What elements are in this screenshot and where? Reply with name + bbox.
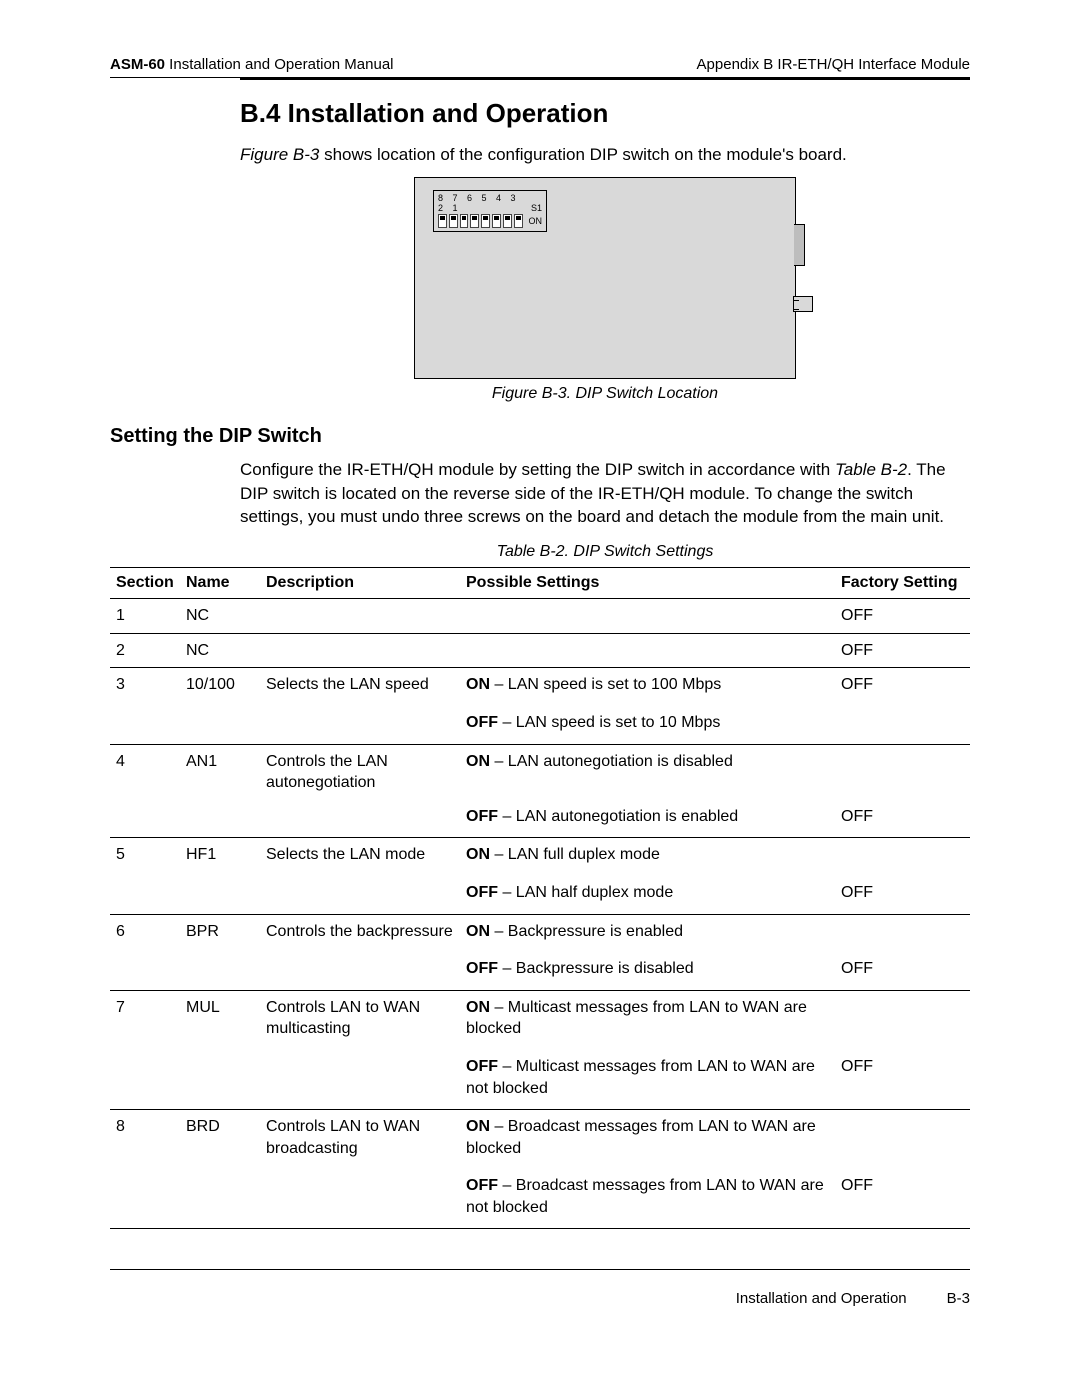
header-product: ASM-60	[110, 56, 165, 73]
th-possible: Possible Settings	[460, 568, 835, 599]
table-row: OFF – LAN half duplex mode OFF	[110, 876, 970, 914]
table-row: 7 MUL Controls LAN to WAN multicasting O…	[110, 990, 970, 1050]
table-row: 4 AN1 Controls the LAN autonegotiation O…	[110, 744, 970, 800]
dip-switch-icon: 8 7 6 5 4 3 2 1 S1 ON	[433, 190, 547, 232]
header-doc-title: Installation and Operation Manual	[165, 56, 393, 73]
dip-s1-label: S1	[531, 203, 542, 213]
th-description: Description	[260, 568, 460, 599]
table-row: 3 10/100 Selects the LAN speed ON – LAN …	[110, 668, 970, 706]
table-caption: Table B-2. DIP Switch Settings	[240, 543, 970, 561]
board-diagram: 8 7 6 5 4 3 2 1 S1 ON	[414, 177, 796, 379]
subheading: Setting the DIP Switch	[110, 425, 970, 448]
intro-text: Figure B-3 shows location of the configu…	[240, 143, 970, 167]
table-row: 1 NC OFF	[110, 599, 970, 634]
section-title: B.4 Installation and Operation	[240, 98, 970, 129]
footer-page: B-3	[947, 1290, 970, 1307]
table-row: OFF – LAN autonegotiation is enabled OFF	[110, 800, 970, 838]
table-ref: Table B-2	[835, 460, 907, 479]
table-row: 2 NC OFF	[110, 633, 970, 668]
board-jack-icon	[793, 296, 813, 312]
page-footer: Installation and Operation B-3	[110, 1270, 970, 1307]
table-row: OFF – Multicast messages from LAN to WAN…	[110, 1050, 970, 1110]
dip-settings-table: Section Name Description Possible Settin…	[110, 567, 970, 1229]
table-row: 6 BPR Controls the backpressure ON – Bac…	[110, 914, 970, 952]
header-left: ASM-60 Installation and Operation Manual	[110, 56, 394, 73]
th-name: Name	[180, 568, 260, 599]
th-section: Section	[110, 568, 180, 599]
dip-on-label: ON	[529, 216, 543, 226]
th-factory: Factory Setting	[835, 568, 970, 599]
figure-caption: Figure B-3. DIP Switch Location	[240, 385, 970, 403]
intro-rest: shows location of the configuration DIP …	[319, 145, 846, 164]
footer-title: Installation and Operation	[736, 1290, 907, 1307]
table-row: OFF – Broadcast messages from LAN to WAN…	[110, 1169, 970, 1229]
dip-paragraph: Configure the IR-ETH/QH module by settin…	[240, 458, 970, 529]
page-header: ASM-60 Installation and Operation Manual…	[110, 56, 970, 77]
board-tab-icon	[794, 224, 805, 266]
table-row: OFF – LAN speed is set to 10 Mbps	[110, 706, 970, 744]
table-row: 5 HF1 Selects the LAN mode ON – LAN full…	[110, 838, 970, 876]
dip-numbers: 8 7 6 5 4 3 2 1	[438, 193, 531, 213]
figure-ref: Figure B-3	[240, 145, 319, 164]
table-row: OFF – Backpressure is disabled OFF	[110, 952, 970, 990]
table-row: 8 BRD Controls LAN to WAN broadcasting O…	[110, 1110, 970, 1170]
header-right: Appendix B IR-ETH/QH Interface Module	[697, 56, 970, 73]
